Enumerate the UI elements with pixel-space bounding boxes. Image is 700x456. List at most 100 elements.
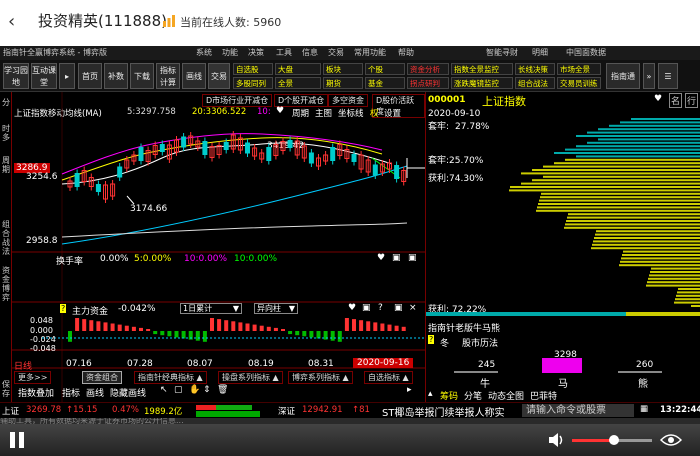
tb-longterm[interactable]: 长线决策 xyxy=(515,63,555,75)
hand-icon[interactable]: ✋ xyxy=(189,385,200,395)
strip-char[interactable]: 合 xyxy=(1,229,11,238)
strip-char[interactable]: 资 xyxy=(1,266,11,275)
menu-tools[interactable]: 工具 xyxy=(276,47,292,58)
arrow-icon[interactable]: ▸ xyxy=(59,63,75,89)
help-icon[interactable]: ? xyxy=(428,335,435,344)
news-ticker[interactable]: ST椰岛举报门续举报人称实 xyxy=(382,404,504,419)
menu-data[interactable]: 中国面数据 xyxy=(566,47,606,58)
tb-multi-stock[interactable]: 多股同列 xyxy=(233,77,273,89)
mainfund-style-select[interactable]: 异向柱 ▼ xyxy=(254,303,298,314)
tb-panorama[interactable]: 市场全景 xyxy=(557,63,601,75)
trash-icon[interactable]: 🗑 xyxy=(217,385,228,395)
menu-trade[interactable]: 交易 xyxy=(328,47,344,58)
strip-char[interactable]: 弈 xyxy=(1,293,11,302)
indicator-button[interactable]: 指标 xyxy=(62,386,80,399)
learning-button[interactable]: 学习园地 xyxy=(3,63,29,89)
more-icon[interactable]: » xyxy=(643,63,655,89)
tb-funds[interactable]: 基金 xyxy=(365,77,405,89)
pointer-icon[interactable]: ↖ xyxy=(160,385,168,395)
right-arrow-icon[interactable]: ▸ xyxy=(407,385,412,395)
pause-icon[interactable] xyxy=(10,432,15,448)
chip-bar xyxy=(623,250,700,253)
indicator-calc-button[interactable]: 指标计算 xyxy=(156,63,180,89)
volume-icon[interactable] xyxy=(548,432,566,448)
close-icon[interactable]: × xyxy=(409,303,417,313)
draw-button[interactable]: 画线 xyxy=(182,63,206,89)
strip-char[interactable]: 金 xyxy=(1,275,11,284)
index-overlay-button[interactable]: 指数叠加 xyxy=(18,386,54,399)
strip-char[interactable]: 时 xyxy=(1,124,11,133)
back-icon[interactable]: ‹ xyxy=(8,11,15,32)
help-icon[interactable]: ? xyxy=(60,304,67,313)
strip-char[interactable]: 期 xyxy=(1,165,11,174)
tab-chips[interactable]: 筹码 xyxy=(440,389,458,402)
menu-common[interactable]: 常用功能 xyxy=(354,47,386,58)
strip-char[interactable]: 战 xyxy=(1,238,11,247)
tb-mirror[interactable]: 涨跌魔镜监控 xyxy=(451,77,513,89)
tab-dynamic[interactable]: 动态全图 xyxy=(488,389,524,402)
strip-char[interactable]: 分 xyxy=(1,98,11,107)
strip-char[interactable]: 保 xyxy=(1,380,11,389)
expand-icon[interactable]: ▣ xyxy=(392,253,401,263)
command-input[interactable]: 请输入命令或股票 xyxy=(522,404,634,417)
tb-fund-analysis[interactable]: 资金分析 xyxy=(407,63,449,75)
strip-char[interactable]: 组 xyxy=(1,220,11,229)
eye-icon[interactable] xyxy=(660,432,682,448)
menu-icon[interactable]: ☰ xyxy=(658,63,678,89)
menu-decision[interactable]: 决策 xyxy=(248,47,264,58)
interactive-class-button[interactable]: 互动课堂 xyxy=(31,63,57,89)
kline-chart-area[interactable]: D市场行业开减仓 D个股开减仓 多空资金 D股价活跃度 上证指数移动均线(MA)… xyxy=(12,92,425,402)
download-button[interactable]: 下载 xyxy=(130,63,154,89)
hide-lines-button[interactable]: 隐藏画线 xyxy=(110,386,146,399)
trading-indicators-button[interactable]: 操盘系列指标 ▲ xyxy=(218,371,283,384)
stock-calendar[interactable]: 股市历法 xyxy=(462,336,498,349)
tab-buffett[interactable]: 巴菲特 xyxy=(530,389,557,402)
tb-stock[interactable]: 个股 xyxy=(365,63,405,75)
fill-data-button[interactable]: 补数 xyxy=(104,63,128,89)
strip-char[interactable]: 博 xyxy=(1,284,11,293)
tb-market[interactable]: 大盘 xyxy=(275,63,321,75)
tab-ticks[interactable]: 分笔 xyxy=(464,389,482,402)
fund-combo-button[interactable]: 资金组合 xyxy=(82,371,122,384)
menu-help[interactable]: 帮助 xyxy=(398,47,414,58)
strip-char[interactable]: 法 xyxy=(1,247,11,256)
heart-icon[interactable]: ♥ xyxy=(377,253,385,263)
heart-icon[interactable]: ♥ xyxy=(348,303,356,313)
grid-icon[interactable]: ▦ xyxy=(640,404,648,414)
expand-icon[interactable]: ▣ xyxy=(394,303,403,313)
more-button[interactable]: 更多>> xyxy=(14,371,52,384)
tb-sector[interactable]: 板块 xyxy=(323,63,363,75)
tb-all[interactable]: 全景 xyxy=(275,77,321,89)
tb-combo[interactable]: 组合战法 xyxy=(515,77,555,89)
trade-button[interactable]: 交易 xyxy=(208,63,230,89)
home-button[interactable]: 首页 xyxy=(78,63,102,89)
lock-icon[interactable]: ▢ xyxy=(174,385,183,395)
classic-indicators-button[interactable]: 指南针经典指标 ▲ xyxy=(134,371,207,384)
tb-turning[interactable]: 拐点研判 xyxy=(407,77,449,89)
fund-axis-label: -0.048 xyxy=(30,344,56,353)
menu-detail[interactable]: 明细 xyxy=(532,47,548,58)
menu-function[interactable]: 功能 xyxy=(222,47,238,58)
pause-icon[interactable] xyxy=(19,432,24,448)
strip-char[interactable]: 存 xyxy=(1,389,11,398)
strip-char[interactable]: 周 xyxy=(1,156,11,165)
mainfund-period-select[interactable]: 1日累计 ▼ xyxy=(180,303,242,314)
draw-line-button[interactable]: 画线 xyxy=(86,386,104,399)
help-icon[interactable]: ? xyxy=(378,303,383,313)
tb-futures[interactable]: 期货 xyxy=(323,77,363,89)
collapse-icon[interactable]: ▴ xyxy=(428,389,433,399)
expand-icon[interactable]: ▣ xyxy=(362,303,371,313)
strip-char[interactable]: 多 xyxy=(1,133,11,142)
tb-watchlist[interactable]: 自选股 xyxy=(233,63,273,75)
expand-icon[interactable]: ▣ xyxy=(408,253,417,263)
custom-indicators-button[interactable]: 自选指标 ▲ xyxy=(364,371,413,384)
menu-system[interactable]: 系统 xyxy=(196,47,212,58)
guide-button[interactable]: 指南通 xyxy=(606,63,640,89)
menu-smart[interactable]: 智能寻财 xyxy=(486,47,518,58)
tb-index-monitor[interactable]: 指数全景监控 xyxy=(451,63,513,75)
menu-info[interactable]: 信息 xyxy=(302,47,318,58)
game-indicators-button[interactable]: 博弈系列指标 ▲ xyxy=(288,371,353,384)
double-arrow-icon[interactable]: ⇕ xyxy=(203,385,211,395)
volume-handle[interactable] xyxy=(609,435,619,445)
tb-trainer[interactable]: 交易员训练 xyxy=(557,77,601,89)
